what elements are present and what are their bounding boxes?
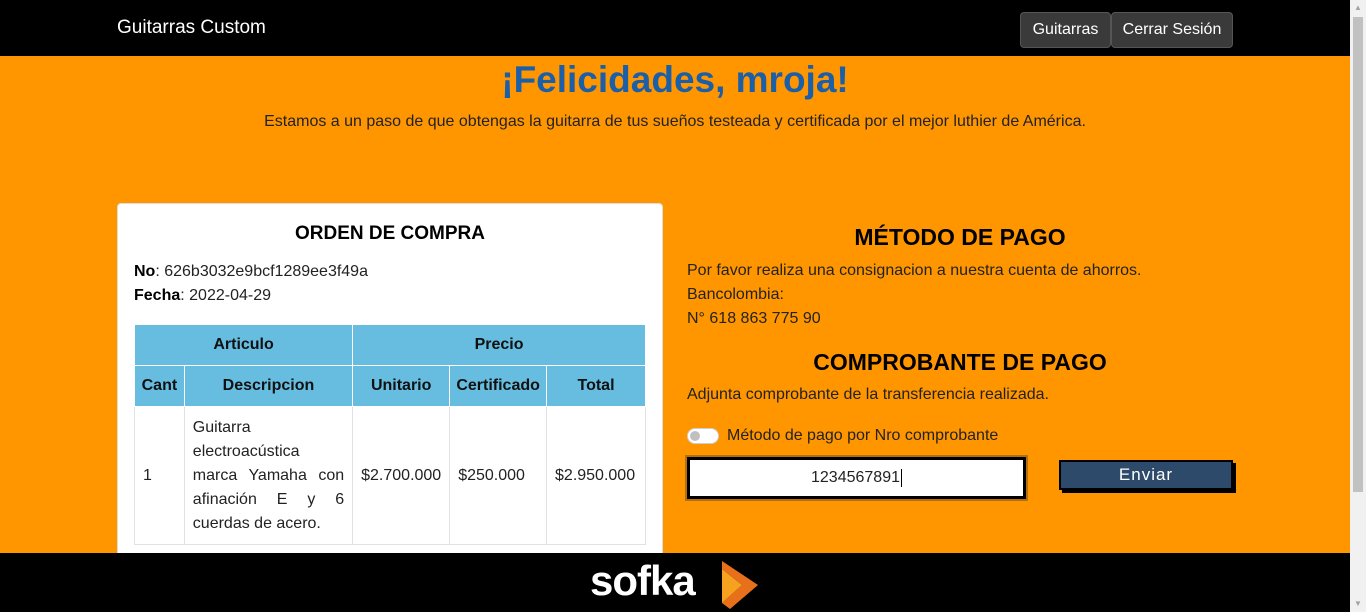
order-title: ORDEN DE COMPRA [294, 223, 485, 244]
cell-unitario: $2.700.000 [352, 406, 451, 545]
brand-link[interactable]: Guitarras Custom [117, 17, 266, 39]
scrollbar-thumb[interactable] [1353, 17, 1363, 492]
voucher-title: COMPROBANTE DE PAGO [813, 349, 1107, 375]
table-header-row: Cant Descripcion Unitario Certificado To… [134, 365, 646, 407]
bank-name: Bancolombia: [687, 286, 784, 303]
order-number: No: 626b3032e9bcf1289ee3f49a [134, 263, 368, 280]
page-subtitle: Estamos a un paso de que obtengas la gui… [264, 113, 1086, 130]
group-header-precio: Precio [352, 324, 646, 366]
voucher-method-toggle[interactable] [687, 428, 719, 444]
order-date-value: 2022-04-29 [189, 287, 271, 304]
toggle-knob [690, 431, 700, 441]
payment-method-title: MÉTODO DE PAGO [854, 224, 1066, 250]
send-button[interactable]: Enviar [1059, 460, 1233, 490]
column-header-certificado: Certificado [449, 365, 548, 407]
logo-arrow-icon [722, 561, 758, 609]
table-row: 1 Guitarra electroacústica marca Yamaha … [134, 406, 646, 545]
order-table: Articulo Precio Cant Descripcion Unitari… [133, 324, 646, 545]
order-date-label: Fecha [134, 287, 181, 304]
voucher-number-value: 1234567891 [811, 469, 900, 486]
footer: sofka [0, 553, 1350, 612]
column-header-unitario: Unitario [352, 365, 451, 407]
scrollbar[interactable]: ▲ ▼ [1350, 0, 1366, 612]
text-cursor [900, 468, 902, 487]
voucher-method-toggle-label[interactable]: Método de pago por Nro comprobante [727, 426, 998, 446]
voucher-instructions: Adjunta comprobante de la transferencia … [687, 386, 1049, 403]
column-header-total: Total [546, 365, 646, 407]
voucher-number-input[interactable]: 1234567891 [685, 455, 1028, 501]
order-card: ORDEN DE COMPRA No: 626b3032e9bcf1289ee3… [117, 203, 663, 563]
guitarras-button[interactable]: Guitarras [1020, 12, 1111, 48]
cell-cant: 1 [134, 406, 185, 545]
cell-total: $2.950.000 [546, 406, 646, 545]
order-number-value: 626b3032e9bcf1289ee3f49a [164, 263, 368, 280]
navbar: Guitarras Custom Guitarras Cerrar Sesión [0, 0, 1350, 56]
account-number: N° 618 863 775 90 [687, 310, 821, 327]
payment-instructions: Por favor realiza una consignacion a nue… [687, 262, 1142, 279]
column-header-cant: Cant [134, 365, 185, 407]
cell-descripcion: Guitarra electroacústica marca Yamaha co… [183, 406, 354, 545]
group-header-articulo: Articulo [133, 324, 354, 366]
order-date: Fecha: 2022-04-29 [134, 287, 271, 304]
column-header-descripcion: Descripcion [183, 365, 354, 407]
sofka-logo: sofka [590, 555, 765, 611]
scroll-down-arrow-icon[interactable]: ▼ [1350, 596, 1366, 612]
scroll-up-arrow-icon[interactable]: ▲ [1350, 0, 1366, 16]
cerrar-sesion-button[interactable]: Cerrar Sesión [1111, 12, 1233, 48]
order-number-label: No [134, 263, 156, 280]
logo-wordmark: sofka [590, 557, 696, 604]
table-group-header-row: Articulo Precio [133, 324, 646, 366]
page-title: ¡Felicidades, mroja! [501, 59, 849, 100]
cell-certificado: $250.000 [449, 406, 548, 545]
